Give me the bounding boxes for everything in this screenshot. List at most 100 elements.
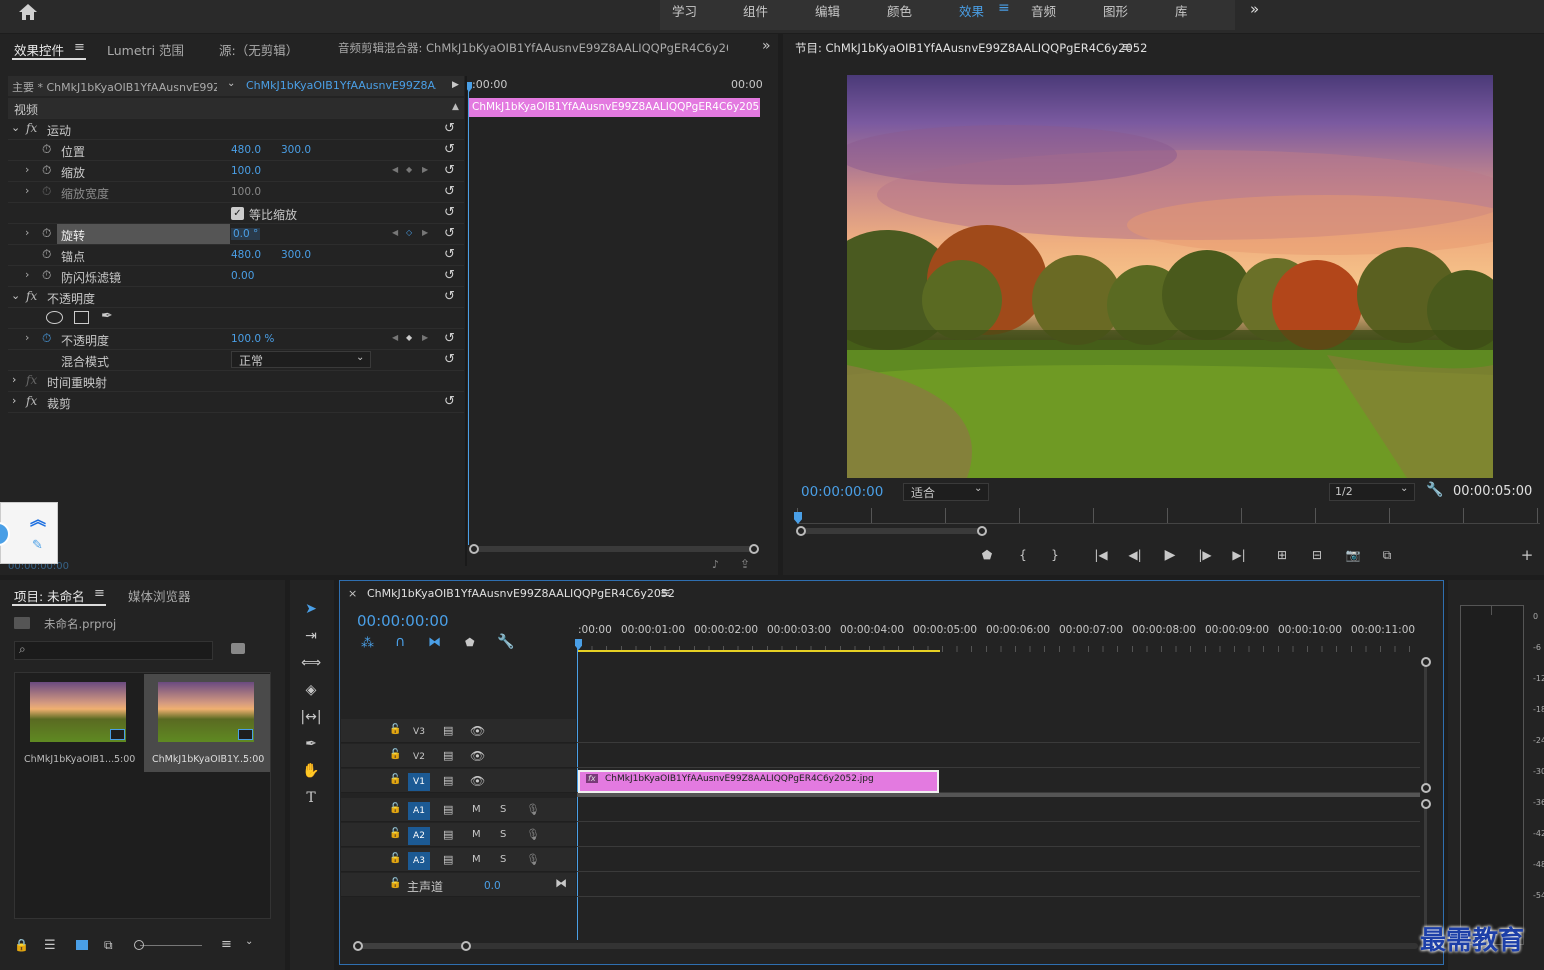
tab-menu-icon[interactable]: ≡ [94, 586, 105, 601]
scroll-handle-top[interactable] [1421, 799, 1431, 809]
clip-selector[interactable]: ChMkJ1bKyaOIB1YfAAusnvE99Z8AA... [246, 79, 436, 92]
tab-audio-clip-mixer[interactable]: 音频剪辑混合器: ChMkJ1bKyaOIB1YfAAusnvE99Z8AALI… [338, 40, 728, 56]
selection-tool-icon[interactable]: ➤ [300, 598, 322, 620]
keyframe-prev-icon[interactable]: ◀ [392, 228, 398, 237]
scroll-up-icon[interactable]: ▲ [452, 102, 459, 112]
eye-icon[interactable]: 👁 [470, 749, 485, 763]
keyframe-next-icon[interactable]: ▶ [422, 333, 428, 342]
track-target-a2[interactable]: A2 [408, 827, 430, 845]
chevron-right-icon[interactable]: › [25, 184, 29, 197]
tab-media-browser[interactable]: 媒体浏览器 [128, 586, 191, 605]
video-scrollbar[interactable] [1424, 660, 1427, 790]
workspace-menu-icon[interactable]: ≡ [998, 0, 1010, 16]
lane-master[interactable] [577, 873, 1420, 897]
workspace-tab-editing[interactable]: 编辑 [815, 1, 840, 20]
position-x[interactable]: 480.0 [231, 144, 261, 156]
type-tool-icon[interactable]: T [300, 787, 322, 809]
anchor-y[interactable]: 300.0 [281, 249, 311, 261]
timeline-timecode[interactable]: 00:00:00:00 [357, 612, 449, 630]
tab-effect-controls[interactable]: 效果控件 [14, 40, 64, 59]
timeline-zoom-thumb[interactable] [358, 943, 466, 949]
lane-v2[interactable] [577, 744, 1420, 768]
program-video-frame[interactable] [847, 75, 1493, 478]
reset-icon[interactable]: ↺ [444, 289, 455, 304]
new-bin-icon[interactable] [231, 643, 245, 654]
go-to-out-icon[interactable]: ▶| [1228, 545, 1250, 565]
stopwatch-icon[interactable]: ⏱ [42, 142, 51, 157]
workspace-tab-assembly[interactable]: 组件 [743, 1, 768, 20]
keyframe-add-icon[interactable]: ◆ [406, 165, 412, 174]
program-title[interactable]: 节目: ChMkJ1bKyaOIB1YfAAusnvE99Z8AALIQQPgE… [795, 40, 1147, 56]
reset-icon[interactable]: ↺ [444, 163, 455, 178]
chevron-right-icon[interactable]: › [25, 268, 29, 281]
zoom-slider-handle[interactable] [134, 940, 144, 950]
chevron-right-icon[interactable]: › [12, 373, 16, 386]
solo-button[interactable]: S [500, 854, 506, 865]
add-button-icon[interactable]: + [1516, 545, 1538, 565]
home-icon[interactable] [16, 3, 40, 23]
play-icon[interactable]: ▶ [1159, 545, 1181, 565]
program-menu-icon[interactable]: ≡ [1121, 40, 1132, 55]
chevron-right-icon[interactable]: › [25, 331, 29, 344]
ellipse-mask-icon[interactable] [46, 311, 63, 324]
keyframe-prev-icon[interactable]: ◀ [392, 165, 398, 174]
timeline-settings-icon[interactable]: 🔧 [497, 634, 514, 650]
razor-tool-icon[interactable]: ◈ [300, 679, 322, 701]
mark-out-icon[interactable]: } [1044, 545, 1066, 565]
clip-dropdown-icon[interactable]: ⌄ [227, 78, 235, 89]
chevron-down-icon[interactable]: ⌄ [974, 483, 982, 494]
program-timecode[interactable]: 00:00:00:00 [801, 484, 883, 500]
mute-button[interactable]: M [472, 829, 481, 840]
chevron-down-icon[interactable]: ⌄ [356, 352, 364, 363]
wrench-icon[interactable]: 🔧 [1426, 482, 1443, 498]
track-target-v1[interactable]: V1 [408, 773, 430, 791]
double-chevron-up-icon[interactable]: ︽ [30, 506, 46, 530]
antiflicker-value[interactable]: 0.00 [231, 270, 254, 282]
eye-icon[interactable]: 👁 [470, 774, 485, 788]
lock-icon[interactable]: 🔓 [389, 828, 401, 839]
play-only-icon[interactable]: ▶ [452, 80, 459, 90]
track-target-a1[interactable]: A1 [408, 802, 430, 820]
tab-menu-icon[interactable]: ≡ [74, 40, 85, 55]
mark-in-icon[interactable]: { [1012, 545, 1034, 565]
icon-view-icon[interactable] [76, 940, 88, 950]
keyframe-next-icon[interactable]: ▶ [422, 165, 428, 174]
chevron-right-icon[interactable]: › [12, 394, 16, 407]
chevron-right-icon[interactable]: › [25, 163, 29, 176]
opacity-value[interactable]: 100.0 % [231, 333, 274, 345]
reset-icon[interactable]: ↺ [444, 205, 455, 220]
go-to-in-icon[interactable]: |◀ [1090, 545, 1112, 565]
reset-icon[interactable]: ↺ [444, 394, 455, 409]
ec-export-icon[interactable]: ⇪ [740, 557, 750, 571]
effect-crop[interactable]: › fx 裁剪 ↺ [8, 392, 464, 413]
pen-tool-icon[interactable]: ✒ [300, 733, 322, 755]
tab-project[interactable]: 项目: 未命名 [14, 586, 85, 605]
timeline-zoom-bar[interactable] [358, 943, 1418, 949]
fx-icon[interactable]: fx [26, 289, 37, 303]
rectangle-mask-icon[interactable] [74, 311, 89, 324]
fx-icon[interactable]: fx [26, 394, 37, 408]
lane-a2[interactable] [577, 823, 1420, 847]
reset-icon[interactable]: ↺ [444, 331, 455, 346]
sync-lock-icon[interactable]: ▤ [443, 749, 453, 762]
track-target-v2[interactable]: V2 [408, 748, 430, 766]
keyframe-next-icon[interactable]: ▶ [422, 228, 428, 237]
program-zoom-bar[interactable] [798, 528, 984, 534]
sync-lock-icon[interactable]: ▤ [443, 724, 453, 737]
snap-icon[interactable]: ∩ [395, 634, 405, 650]
reset-icon[interactable]: ↺ [444, 142, 455, 157]
microphone-icon[interactable]: 🎙 [526, 803, 540, 816]
workspace-tab-effects[interactable]: 效果 [959, 1, 984, 20]
effect-opacity[interactable]: ⌄ fx 不透明度 ↺ [8, 287, 464, 308]
master-volume[interactable]: 0.0 [484, 880, 501, 892]
go-to-end-icon[interactable]: ⧓ [555, 876, 567, 890]
workspace-more-icon[interactable]: » [1250, 0, 1259, 18]
ec-divider[interactable] [465, 76, 467, 566]
workspace-tab-audio[interactable]: 音频 [1031, 1, 1056, 20]
chevron-right-icon[interactable]: › [25, 226, 29, 239]
lock-icon[interactable]: 🔒 [14, 938, 29, 952]
stopwatch-icon[interactable]: ⏱ [42, 184, 51, 199]
stopwatch-icon[interactable]: ⏱ [42, 268, 51, 283]
lane-a1[interactable] [577, 798, 1420, 822]
solo-button[interactable]: S [500, 804, 506, 815]
